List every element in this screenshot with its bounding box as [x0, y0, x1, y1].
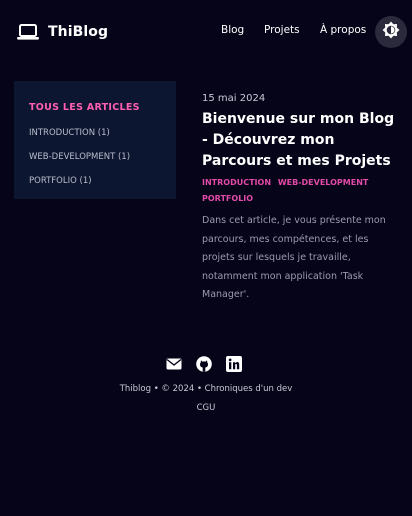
theme-toggle-button[interactable] [375, 16, 407, 48]
post-excerpt: Dans cet article, je vous présente mon p… [202, 215, 386, 300]
linkedin-icon[interactable] [226, 356, 242, 372]
sidebar-item-portfolio[interactable]: PORTFOLIO (1) [29, 176, 92, 186]
sidebar-item-introduction[interactable]: INTRODUCTION (1) [29, 128, 110, 138]
laptop-icon [16, 23, 40, 41]
sidebar-item-web-development[interactable]: WEB-DEVELOPMENT (1) [29, 152, 130, 162]
post-title[interactable]: Bienvenue sur mon Blog - Découvrez mon P… [202, 109, 402, 172]
brightness-icon [382, 21, 400, 43]
post-tags: INTRODUCTION WEB-DEVELOPMENT PORTFOLIO [202, 175, 392, 207]
logo-text: ThiBlog [48, 24, 109, 40]
post-date: 15 mai 2024 [202, 93, 266, 104]
articles-sidebar: TOUS LES ARTICLES INTRODUCTION (1) WEB-D… [14, 81, 176, 199]
cgu-link[interactable]: CGU [197, 403, 216, 413]
sidebar-title: TOUS LES ARTICLES [29, 102, 140, 113]
nav-link-projets[interactable]: Projets [264, 24, 300, 40]
github-icon[interactable] [196, 356, 212, 372]
footer-copyright: Thiblog • © 2024 • Chroniques d'un dev [119, 384, 293, 394]
tag-web-development[interactable]: WEB-DEVELOPMENT [278, 178, 369, 187]
social-links [166, 356, 242, 372]
footer-cgu: CGU [0, 403, 412, 413]
nav-link-a-propos[interactable]: À propos [320, 24, 366, 40]
site-logo[interactable]: ThiBlog [16, 21, 108, 43]
site-header: ThiBlog Blog Projets À propos [0, 0, 412, 64]
mail-icon[interactable] [166, 356, 182, 372]
tag-portfolio[interactable]: PORTFOLIO [202, 194, 253, 203]
nav-link-blog[interactable]: Blog [221, 24, 244, 40]
tag-introduction[interactable]: INTRODUCTION [202, 178, 271, 187]
